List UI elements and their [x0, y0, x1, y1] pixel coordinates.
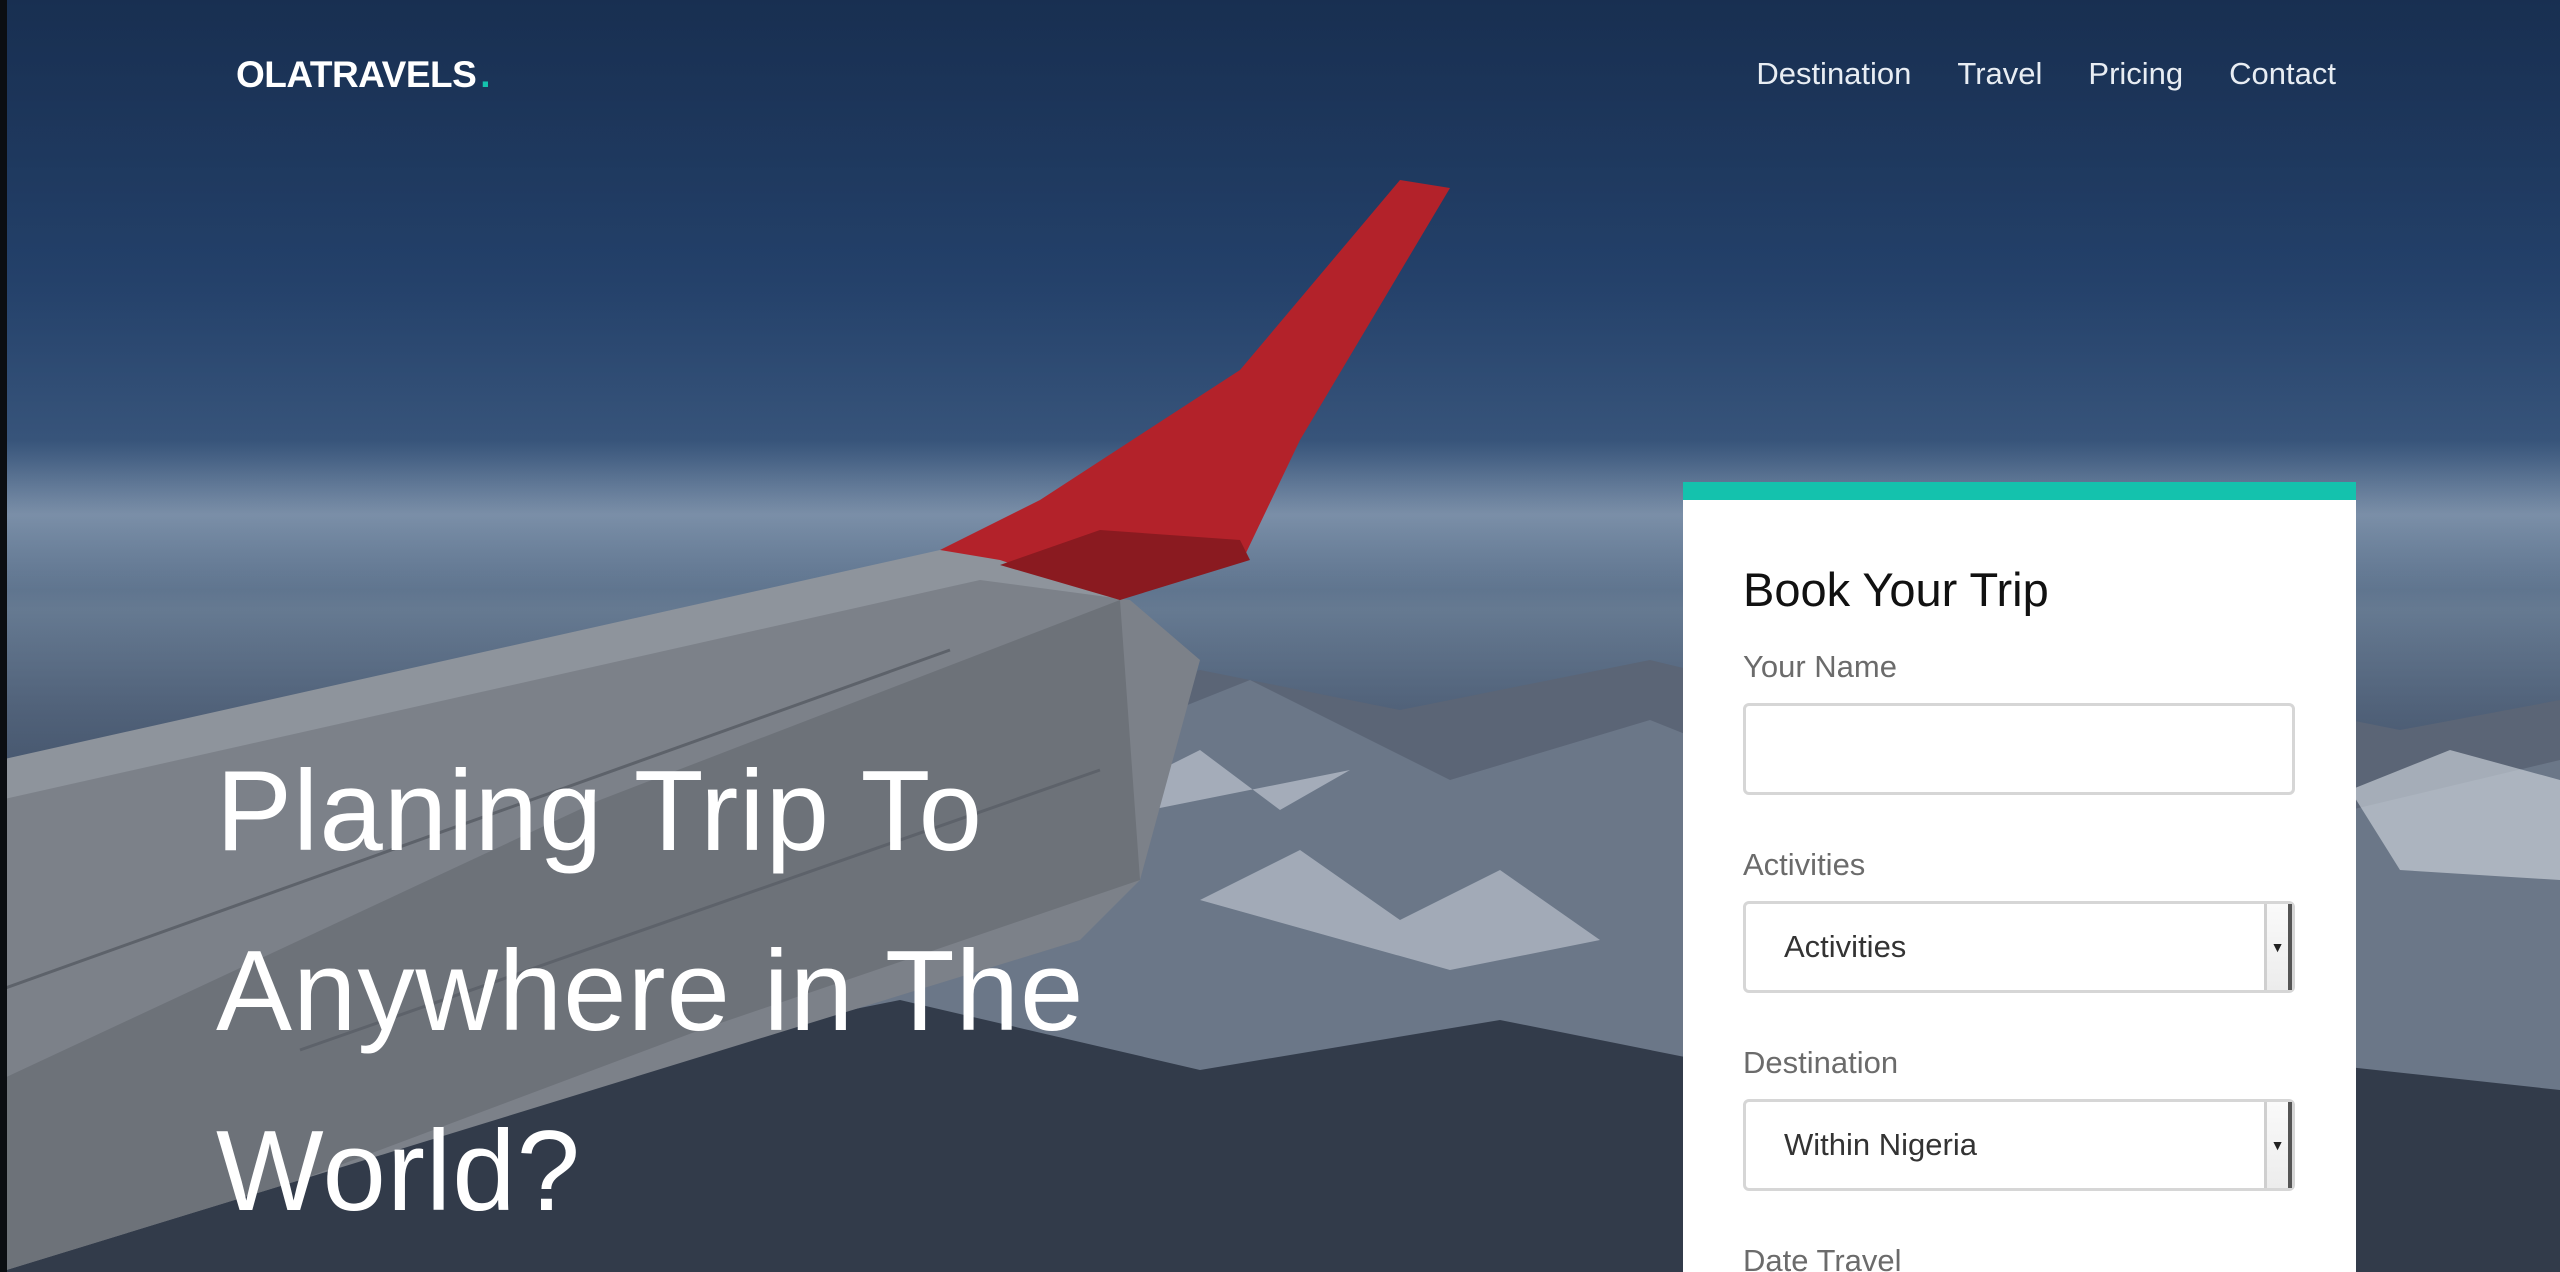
hero-line-2: Anywhere in The [216, 928, 1085, 1055]
window-edge [0, 0, 7, 1272]
nav-link-pricing[interactable]: Pricing [2088, 56, 2183, 92]
landing-page: OLATRAVELS. Destination Travel Pricing C… [0, 0, 2560, 1272]
nav-link-travel[interactable]: Travel [1957, 56, 2042, 92]
caret-down-icon[interactable]: ▼ [2264, 904, 2292, 990]
booking-card: Book Your Trip Your Name Activities Acti… [1683, 482, 2356, 1272]
name-input[interactable] [1743, 703, 2295, 795]
destination-select[interactable]: Within Nigeria ▼ [1743, 1099, 2295, 1191]
hero-line-3: World? [216, 1108, 582, 1235]
activities-label: Activities [1743, 847, 1866, 882]
brand-logo[interactable]: OLATRAVELS. [236, 54, 491, 96]
booking-title: Book Your Trip [1743, 563, 2049, 616]
brand-dot: . [480, 54, 491, 95]
nav-link-destination[interactable]: Destination [1756, 56, 1911, 92]
main-menu: Destination Travel Pricing Contact [1756, 56, 2336, 92]
destination-selected-value: Within Nigeria [1784, 1127, 1977, 1162]
top-navigation: OLATRAVELS. Destination Travel Pricing C… [0, 0, 2560, 150]
caret-down-icon[interactable]: ▼ [2264, 1102, 2292, 1188]
hero-heading: Planing Trip To Anywhere in The World? [216, 722, 1316, 1262]
activities-selected-value: Activities [1784, 929, 1907, 964]
hero-line-1: Planing Trip To [216, 748, 984, 875]
activities-select[interactable]: Activities ▼ [1743, 901, 2295, 993]
destination-label: Destination [1743, 1045, 1899, 1080]
nav-link-contact[interactable]: Contact [2229, 56, 2336, 92]
brand-name: OLATRAVELS [236, 54, 477, 95]
name-label: Your Name [1743, 649, 1897, 684]
date-travel-label: Date Travel [1743, 1243, 1902, 1272]
